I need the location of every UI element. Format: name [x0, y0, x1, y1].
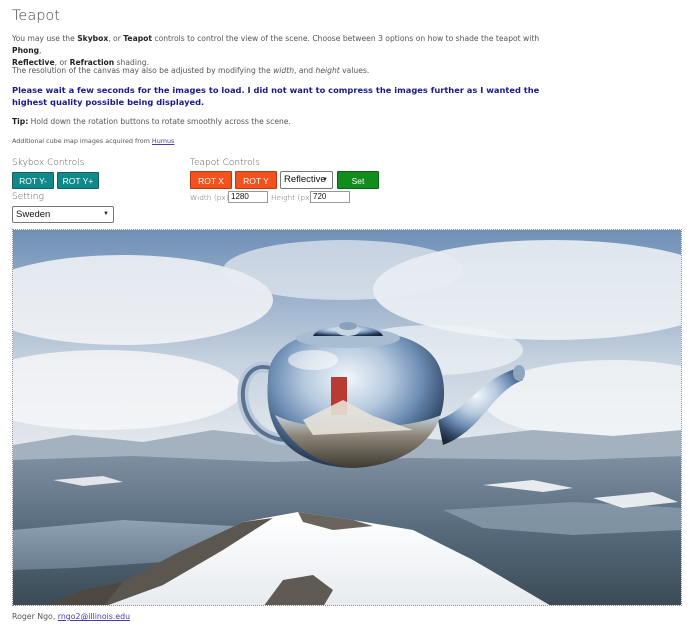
height-label: Height (px)	[271, 193, 313, 202]
chevron-down-icon: ▼	[103, 211, 109, 217]
skybox-rot-y-minus-button[interactable]: ROT Y-	[12, 172, 54, 189]
skybox-controls-label: Skybox Controls	[12, 158, 85, 168]
humus-link[interactable]: Humus	[152, 137, 174, 145]
set-button[interactable]: Set	[337, 171, 379, 189]
width-input[interactable]: 1280	[228, 191, 268, 203]
scene-image	[13, 230, 681, 605]
wait-notice: Please wait a few seconds for the images…	[12, 85, 540, 107]
tip-paragraph: Tip: Hold down the rotation buttons to r…	[12, 116, 291, 128]
footer-author: Roger Ngo,	[12, 612, 58, 621]
setting-label: Setting	[12, 192, 44, 202]
tip-text: Hold down the rotation buttons to rotate…	[28, 117, 291, 126]
setting-select[interactable]: Sweden ▼	[12, 206, 114, 223]
teapot-controls-label: Teapot Controls	[190, 158, 260, 168]
credit-text: Additional cube map images acquired from	[12, 137, 152, 145]
intro-text: , or	[108, 34, 124, 43]
intro-phong: Phong	[12, 46, 40, 55]
resolution-paragraph: The resolution of the canvas may also be…	[12, 65, 552, 77]
intro-text: You may use the	[12, 34, 78, 43]
shading-select[interactable]: Reflective ▼	[280, 171, 333, 189]
email-link[interactable]: rngo2@illinois.edu	[58, 612, 130, 621]
chevron-down-icon: ▼	[322, 177, 328, 183]
footer: Roger Ngo, rngo2@illinois.edu	[12, 612, 130, 621]
tip-label: Tip:	[12, 117, 29, 126]
intro-teapot: Teapot	[123, 34, 152, 43]
resolution-height-word: height	[315, 66, 340, 75]
skybox-rot-y-plus-button[interactable]: ROT Y+	[57, 172, 99, 189]
page-title: Teapot	[12, 8, 60, 24]
resolution-text: The resolution of the canvas may also be…	[12, 66, 274, 75]
resolution-text: , and	[294, 66, 316, 75]
width-label: Width (px)	[190, 193, 229, 202]
resolution-text: values.	[339, 66, 370, 75]
teapot-rot-y-button[interactable]: ROT Y	[235, 171, 277, 189]
intro-paragraph: You may use the Skybox, or Teapot contro…	[12, 33, 552, 69]
credit-paragraph: Additional cube map images acquired from…	[12, 135, 174, 147]
intro-text: controls to control the view of the scen…	[151, 34, 540, 43]
teapot-rot-x-button[interactable]: ROT X	[190, 171, 232, 189]
shading-select-value: Reflective	[284, 174, 326, 185]
resolution-width-word: width	[273, 66, 295, 75]
scene-canvas[interactable]	[12, 229, 682, 606]
intro-text: ,	[39, 46, 42, 55]
intro-skybox: Skybox	[77, 34, 109, 43]
setting-select-value: Sweden	[16, 209, 51, 220]
height-input[interactable]: 720	[310, 191, 350, 203]
